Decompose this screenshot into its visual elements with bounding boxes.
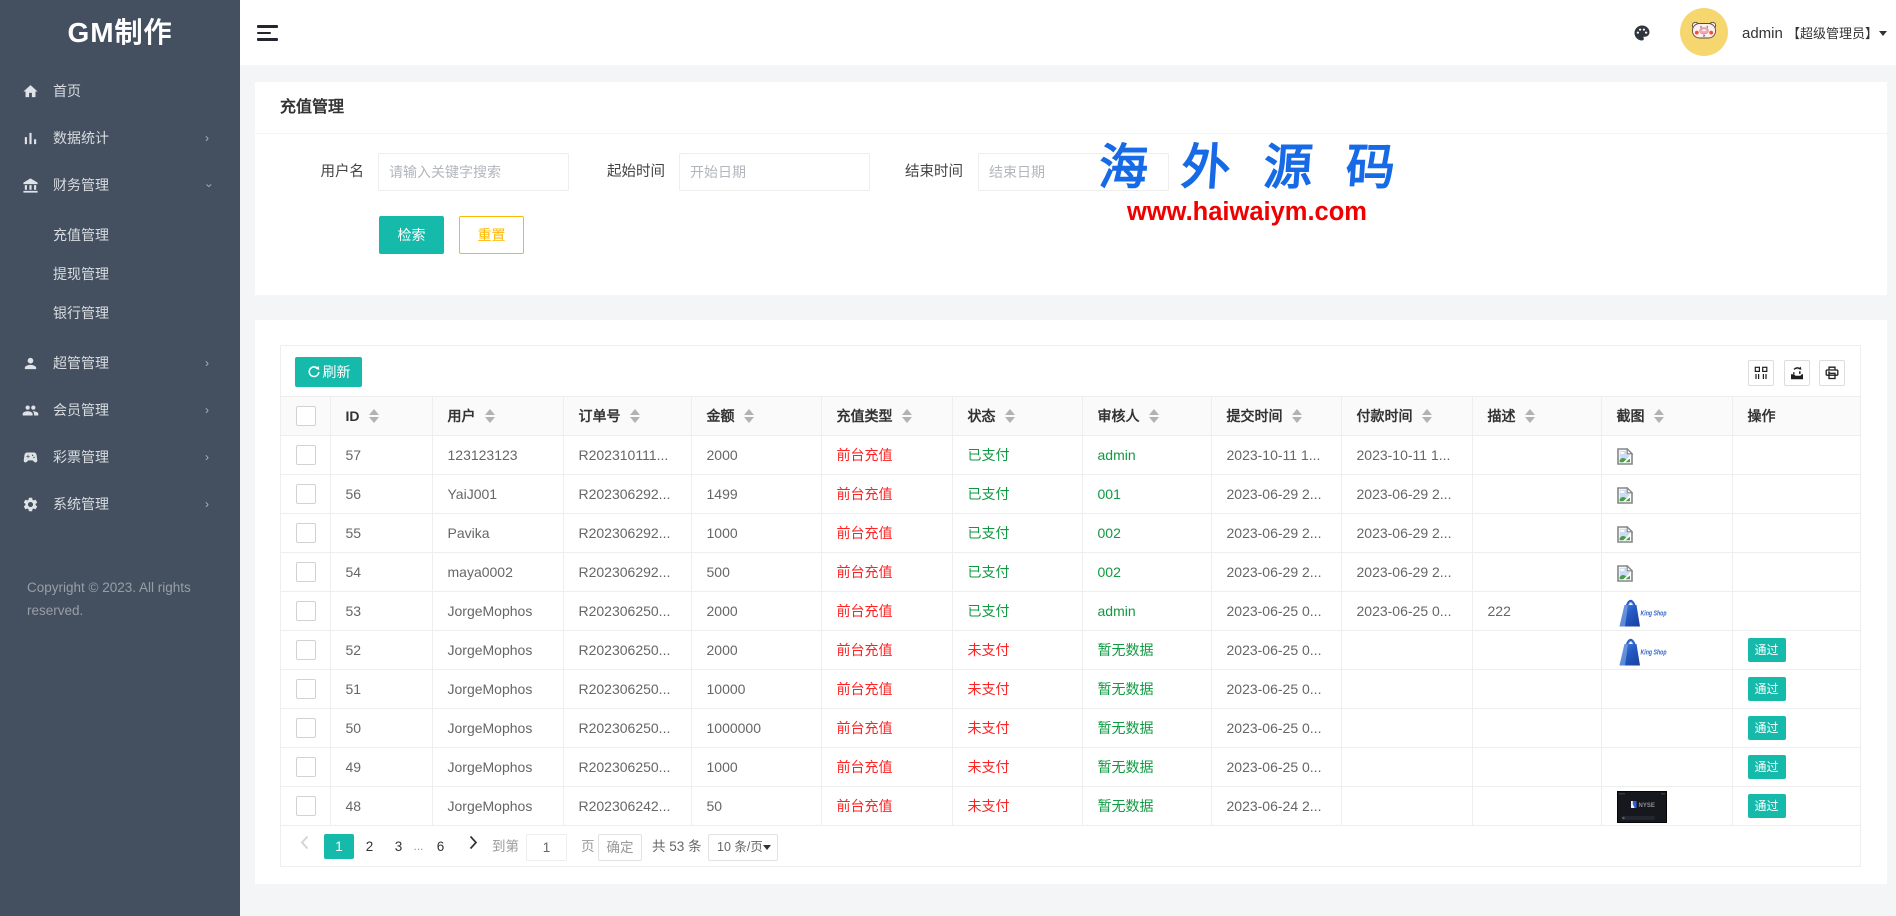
- svg-text:King Shop: King Shop: [1640, 647, 1666, 656]
- svg-text:King Shop: King Shop: [1640, 608, 1666, 617]
- svg-text:NYSE: NYSE: [1638, 803, 1654, 809]
